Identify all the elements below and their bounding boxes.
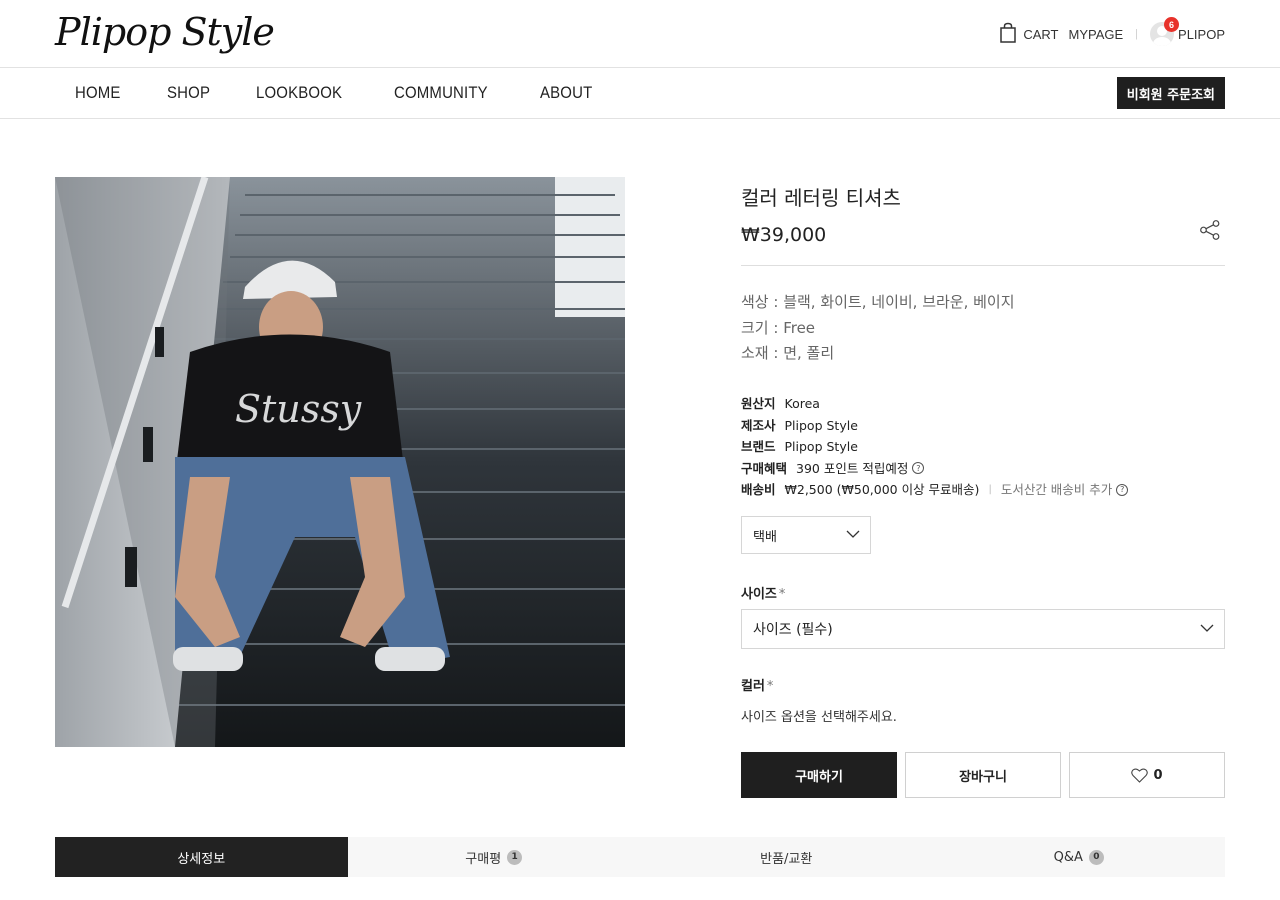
- required-mark: *: [778, 587, 786, 602]
- description-color: 색상 : 블랙, 화이트, 네이비, 브라운, 베이지: [741, 293, 1015, 311]
- spec-brand: 브랜드 Plipop Style: [741, 436, 1128, 458]
- tab-reviews[interactable]: 구매평 1: [348, 837, 641, 877]
- heart-icon: [1131, 768, 1149, 783]
- main-nav-bar: HOME SHOP LOOKBOOK COMMUNITY ABOUT 비회원 주…: [0, 68, 1280, 119]
- product-photo-illustration: Stussy: [55, 177, 625, 747]
- product-description: 색상 : 블랙, 화이트, 네이비, 브라운, 베이지 크기 : Free 소재…: [741, 290, 1015, 367]
- shipping-extra-link[interactable]: 도서산간 배송비 추가: [1001, 479, 1112, 501]
- product-price: ₩39,000: [741, 224, 827, 246]
- spec-value: 390 포인트 적립예정: [796, 460, 909, 476]
- nav-item-lookbook[interactable]: LOOKBOOK: [256, 83, 342, 103]
- product-image[interactable]: Stussy: [55, 177, 625, 747]
- shopping-bag-icon: [999, 22, 1017, 47]
- color-option-message: 사이즈 옵션을 선택해주세요.: [741, 710, 897, 725]
- spec-value: Korea: [784, 396, 820, 411]
- svg-text:Stussy: Stussy: [235, 387, 362, 431]
- utility-menu: CART MYPAGE | 6 PLIPOP: [999, 17, 1225, 48]
- mypage-link[interactable]: MYPAGE: [1069, 27, 1124, 42]
- shipping-method-select[interactable]: 택배: [741, 516, 871, 554]
- site-logo[interactable]: Plipop Style: [55, 10, 275, 54]
- product-info: 컬러 레터링 티셔츠 ₩39,000 색상 : 블랙, 화이트, 네이비, 브라…: [741, 177, 1225, 798]
- size-select[interactable]: 사이즈 (필수): [741, 609, 1225, 649]
- description-material: 소재 : 면, 폴리: [741, 344, 835, 362]
- add-to-cart-button[interactable]: 장바구니: [905, 752, 1061, 798]
- spec-origin: 원산지 Korea: [741, 393, 1128, 415]
- required-mark: *: [766, 679, 774, 694]
- util-separator: |: [1135, 28, 1139, 40]
- help-icon[interactable]: ?: [1116, 483, 1129, 496]
- tab-count-badge: 1: [507, 849, 523, 865]
- tab-count-badge: 0: [1088, 849, 1104, 865]
- spec-label: 제조사: [741, 417, 776, 433]
- user-name: PLIPOP: [1178, 26, 1225, 42]
- product-tabs: 상세정보 구매평 1 반품/교환 Q&A 0: [55, 837, 1225, 877]
- spec-value: Plipop Style: [784, 439, 858, 454]
- guest-order-lookup-button[interactable]: 비회원 주문조회: [1116, 77, 1225, 109]
- tab-details[interactable]: 상세정보: [55, 837, 348, 877]
- product-title: 컬러 레터링 티셔츠: [741, 186, 901, 210]
- nav-item-about[interactable]: ABOUT: [540, 83, 592, 103]
- spec-label: 배송비: [741, 482, 776, 497]
- like-button[interactable]: 0: [1069, 752, 1225, 798]
- help-icon[interactable]: ?: [912, 462, 925, 475]
- nav-item-community[interactable]: COMMUNITY: [394, 83, 488, 103]
- description-size: 크기 : Free: [741, 318, 816, 337]
- size-label-text: 사이즈: [741, 587, 777, 602]
- chevron-down-icon: [1200, 624, 1214, 632]
- spec-benefit: 구매혜택 390 포인트 적립예정 ?: [741, 458, 1128, 480]
- tab-label: 구매평: [465, 851, 502, 867]
- spec-value: Plipop Style: [784, 417, 858, 433]
- user-menu[interactable]: 6 PLIPOP: [1150, 17, 1225, 46]
- product-specs: 원산지 Korea 제조사 Plipop Style 브랜드 Plipop St…: [741, 393, 1129, 501]
- tab-label: Q&A: [1053, 849, 1083, 865]
- buy-now-button[interactable]: 구매하기: [741, 752, 897, 798]
- tab-label: 상세정보: [177, 851, 226, 867]
- tab-qna[interactable]: Q&A 0: [933, 837, 1226, 877]
- spec-separator: |: [988, 484, 992, 495]
- cart-link[interactable]: CART: [999, 22, 1059, 47]
- like-count: 0: [1153, 767, 1163, 783]
- spec-shipping: 배송비 ₩2,500 (₩50,000 이상 무료배송) | 도서산간 배송비 …: [741, 479, 1129, 501]
- nav-item-shop[interactable]: SHOP: [167, 83, 210, 103]
- main-nav: HOME SHOP LOOKBOOK COMMUNITY ABOUT: [75, 68, 640, 118]
- spec-label: 구매혜택: [741, 460, 788, 476]
- top-header: Plipop Style CART MYPAGE | 6 PLIPOP: [0, 0, 1280, 68]
- share-icon[interactable]: [1199, 219, 1221, 245]
- price-divider: [741, 265, 1225, 266]
- spec-label: 브랜드: [741, 439, 776, 454]
- color-option-label: 컬러 *: [741, 675, 773, 694]
- size-option-label: 사이즈 *: [741, 583, 785, 602]
- nav-item-home[interactable]: HOME: [75, 83, 121, 103]
- tab-returns[interactable]: 반품/교환: [640, 837, 933, 877]
- notification-badge: 6: [1164, 17, 1180, 32]
- cart-label: CART: [1023, 26, 1059, 42]
- color-label-text: 컬러: [741, 679, 765, 694]
- spec-value: ₩2,500 (₩50,000 이상 무료배송): [784, 482, 980, 497]
- size-select-value: 사이즈 (필수): [753, 622, 833, 638]
- spec-label: 원산지: [741, 396, 776, 411]
- spec-maker: 제조사 Plipop Style: [741, 415, 1128, 437]
- tab-label: 반품/교환: [760, 851, 813, 867]
- shipping-method-value: 택배: [753, 529, 777, 545]
- chevron-down-icon: [846, 530, 860, 538]
